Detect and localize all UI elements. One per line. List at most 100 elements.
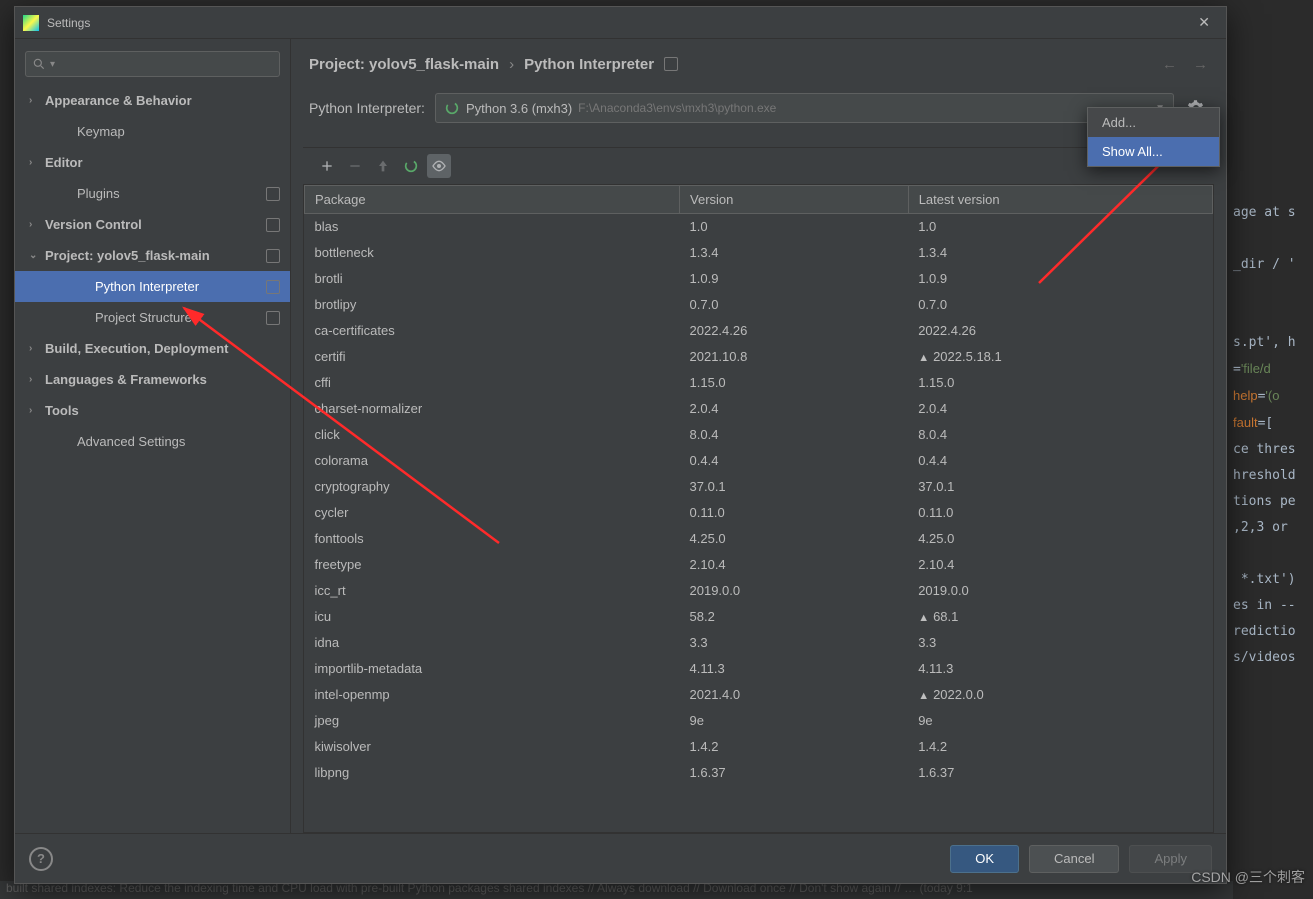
table-row[interactable]: ca-certificates2022.4.262022.4.26 [305, 318, 1213, 344]
cell-version: 9e [680, 708, 909, 734]
sidebar-item[interactable]: ›Editor [15, 147, 290, 178]
interpreter-row: Python Interpreter: Python 3.6 (mxh3) F:… [291, 89, 1226, 135]
cell-package: importlib-metadata [305, 656, 680, 682]
sidebar-item[interactable]: Keymap [15, 116, 290, 147]
expand-arrow-icon: › [29, 374, 43, 385]
table-row[interactable]: freetype2.10.42.10.4 [305, 552, 1213, 578]
dialog-body: ▾ ›Appearance & BehaviorKeymap›EditorPlu… [15, 39, 1226, 833]
table-row[interactable]: charset-normalizer2.0.42.0.4 [305, 396, 1213, 422]
cell-package: kiwisolver [305, 734, 680, 760]
table-row[interactable]: kiwisolver1.4.21.4.2 [305, 734, 1213, 760]
package-toolbar [303, 147, 1214, 185]
table-row[interactable]: cryptography37.0.137.0.1 [305, 474, 1213, 500]
nav-forward-icon[interactable]: → [1193, 56, 1208, 73]
table-row[interactable]: fonttools4.25.04.25.0 [305, 526, 1213, 552]
table-row[interactable]: bottleneck1.3.41.3.4 [305, 240, 1213, 266]
table-row[interactable]: icu58.2▲68.1 [305, 604, 1213, 630]
expand-arrow-icon: ⌄ [29, 250, 43, 261]
table-row[interactable]: brotli1.0.91.0.9 [305, 266, 1213, 292]
cell-version: 4.25.0 [680, 526, 909, 552]
sidebar-item[interactable]: Advanced Settings [15, 426, 290, 457]
add-package-button[interactable] [315, 154, 339, 178]
cell-version: 58.2 [680, 604, 909, 630]
cell-version: 1.4.2 [680, 734, 909, 760]
table-row[interactable]: brotlipy0.7.00.7.0 [305, 292, 1213, 318]
cell-version: 1.15.0 [680, 370, 909, 396]
refresh-button[interactable] [399, 154, 423, 178]
upgrade-arrow-icon: ▲ [918, 690, 929, 702]
popup-add[interactable]: Add... [1088, 108, 1219, 137]
cell-latest: 2022.4.26 [908, 318, 1212, 344]
cell-version: 2.10.4 [680, 552, 909, 578]
cell-latest: 8.0.4 [908, 422, 1212, 448]
watermark: CSDN @三个刺客 [1191, 867, 1305, 887]
cell-package: click [305, 422, 680, 448]
packages-table-wrap[interactable]: Package Version Latest version blas1.01.… [303, 185, 1214, 833]
popup-show-all[interactable]: Show All... [1088, 137, 1219, 166]
sidebar-item[interactable]: ›Build, Execution, Deployment [15, 333, 290, 364]
upgrade-package-button[interactable] [371, 154, 395, 178]
table-row[interactable]: importlib-metadata4.11.34.11.3 [305, 656, 1213, 682]
cell-package: colorama [305, 448, 680, 474]
cell-package: cffi [305, 370, 680, 396]
help-button[interactable]: ? [29, 847, 53, 871]
cell-latest: 37.0.1 [908, 474, 1212, 500]
table-row[interactable]: libpng1.6.371.6.37 [305, 760, 1213, 786]
nav-back-icon[interactable]: ← [1162, 56, 1177, 73]
close-icon[interactable]: ✕ [1190, 12, 1218, 33]
project-badge-icon [266, 218, 280, 232]
table-row[interactable]: intel-openmp2021.4.0▲2022.0.0 [305, 682, 1213, 708]
cell-latest: ▲2022.0.0 [908, 682, 1212, 708]
crumb-page: Python Interpreter [524, 56, 654, 73]
table-row[interactable]: jpeg9e9e [305, 708, 1213, 734]
cell-package: charset-normalizer [305, 396, 680, 422]
project-badge-icon [266, 280, 280, 294]
sidebar-item[interactable]: Project Structure [15, 302, 290, 333]
cell-version: 2021.4.0 [680, 682, 909, 708]
ok-button[interactable]: OK [950, 845, 1019, 873]
table-row[interactable]: blas1.01.0 [305, 214, 1213, 240]
col-package[interactable]: Package [305, 186, 680, 214]
cell-version: 2021.10.8 [680, 344, 909, 370]
remove-package-button[interactable] [343, 154, 367, 178]
sidebar-item[interactable]: ⌄Project: yolov5_flask-main [15, 240, 290, 271]
crumb-project: Project: yolov5_flask-main [309, 56, 499, 73]
cell-package: bottleneck [305, 240, 680, 266]
cell-package: intel-openmp [305, 682, 680, 708]
sidebar-item[interactable]: Plugins [15, 178, 290, 209]
expand-arrow-icon: › [29, 219, 43, 230]
project-badge-icon [266, 187, 280, 201]
cell-version: 1.3.4 [680, 240, 909, 266]
table-row[interactable]: certifi2021.10.8▲2022.5.18.1 [305, 344, 1213, 370]
project-badge-icon [266, 249, 280, 263]
search-input[interactable]: ▾ [25, 51, 280, 77]
col-version[interactable]: Version [680, 186, 909, 214]
interpreter-dropdown[interactable]: Python 3.6 (mxh3) F:\Anaconda3\envs\mxh3… [435, 93, 1174, 123]
settings-dialog: Settings ✕ ▾ ›Appearance & BehaviorKeyma… [14, 6, 1227, 884]
table-row[interactable]: idna3.33.3 [305, 630, 1213, 656]
col-latest[interactable]: Latest version [908, 186, 1212, 214]
show-early-releases-button[interactable] [427, 154, 451, 178]
cell-version: 0.4.4 [680, 448, 909, 474]
sidebar-item[interactable]: ›Version Control [15, 209, 290, 240]
cell-version: 2019.0.0 [680, 578, 909, 604]
sidebar-item-label: Tools [45, 403, 79, 418]
sidebar-item[interactable]: ›Languages & Frameworks [15, 364, 290, 395]
table-row[interactable]: icc_rt2019.0.02019.0.0 [305, 578, 1213, 604]
cell-package: cryptography [305, 474, 680, 500]
table-row[interactable]: colorama0.4.40.4.4 [305, 448, 1213, 474]
table-row[interactable]: cycler0.11.00.11.0 [305, 500, 1213, 526]
sidebar-item-label: Languages & Frameworks [45, 372, 207, 387]
table-row[interactable]: cffi1.15.01.15.0 [305, 370, 1213, 396]
sidebar-item[interactable]: Python Interpreter [15, 271, 290, 302]
packages-table: Package Version Latest version blas1.01.… [304, 185, 1213, 786]
sidebar-item[interactable]: ›Appearance & Behavior [15, 85, 290, 116]
search-icon [32, 57, 46, 71]
cell-package: brotli [305, 266, 680, 292]
cell-latest: 2.0.4 [908, 396, 1212, 422]
cancel-button[interactable]: Cancel [1029, 845, 1119, 873]
table-row[interactable]: click8.0.48.0.4 [305, 422, 1213, 448]
cell-version: 3.3 [680, 630, 909, 656]
sidebar-item[interactable]: ›Tools [15, 395, 290, 426]
cell-version: 0.11.0 [680, 500, 909, 526]
